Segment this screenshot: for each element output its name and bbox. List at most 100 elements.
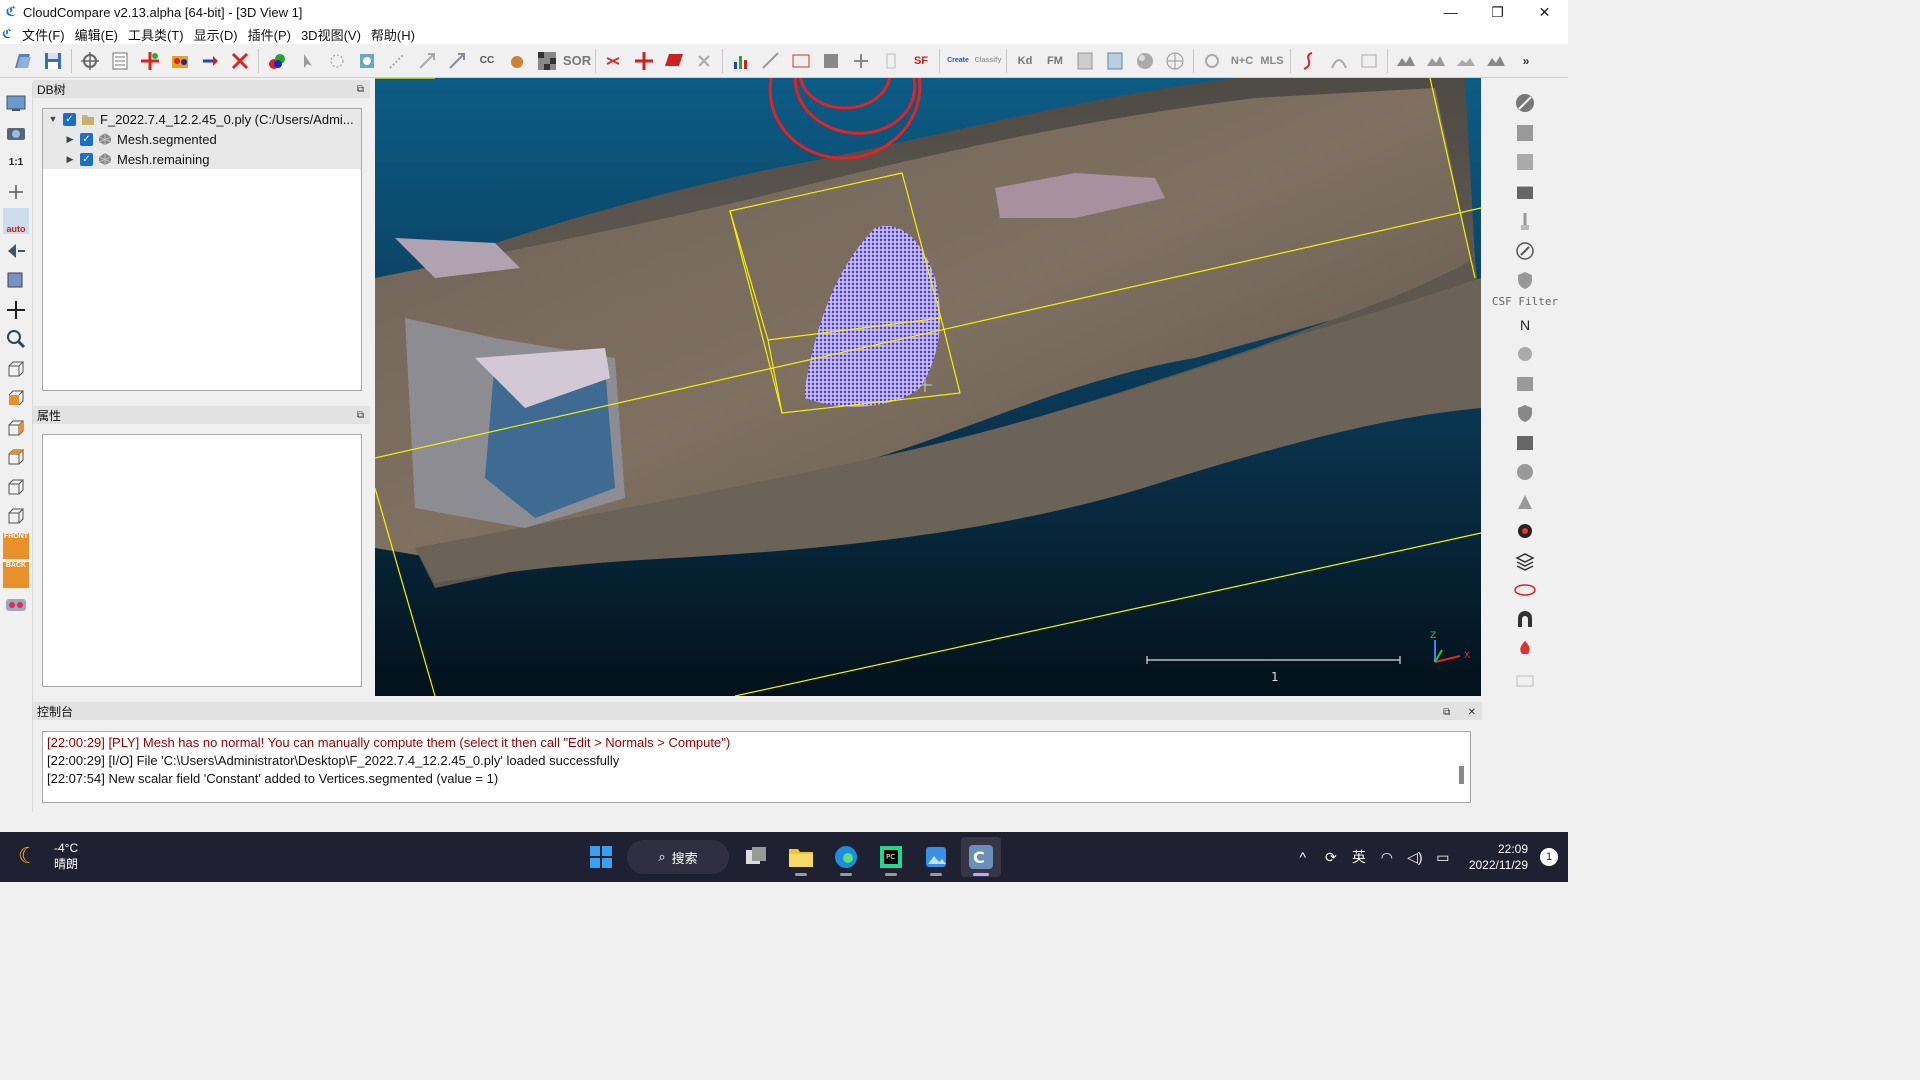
- list-icon[interactable]: [106, 47, 134, 75]
- scatter-icon[interactable]: [1325, 47, 1353, 75]
- zoom-ratio-icon[interactable]: 1:1: [3, 149, 29, 175]
- filter-icon[interactable]: [757, 47, 785, 75]
- rotate-icon[interactable]: [3, 238, 29, 264]
- float-panel-icon[interactable]: ⧉: [1443, 707, 1450, 718]
- arch-icon[interactable]: [1512, 607, 1538, 633]
- menu-tools[interactable]: 工具类(T): [124, 25, 190, 44]
- nc-icon[interactable]: N+C: [1228, 47, 1256, 75]
- terrain2-icon[interactable]: [1422, 47, 1450, 75]
- console-scrollbar[interactable]: [1459, 766, 1464, 784]
- m3c2-icon[interactable]: [1512, 371, 1538, 397]
- scissors-icon[interactable]: [600, 47, 628, 75]
- translate-icon[interactable]: [196, 47, 224, 75]
- add-point-icon[interactable]: [3, 179, 29, 205]
- puzzle-icon[interactable]: [1198, 47, 1226, 75]
- north-arrow-icon[interactable]: N: [1512, 312, 1538, 338]
- view-front-icon[interactable]: [3, 385, 29, 411]
- input-method-indicator[interactable]: 英: [1347, 847, 1371, 867]
- color-icon[interactable]: [503, 47, 531, 75]
- fm-icon[interactable]: FM: [1041, 47, 1069, 75]
- sor-icon[interactable]: SOR: [563, 47, 591, 75]
- noise-icon[interactable]: [383, 47, 411, 75]
- checker-icon[interactable]: [533, 47, 561, 75]
- box-tool-icon[interactable]: [1512, 666, 1538, 692]
- merge-icon[interactable]: [136, 47, 164, 75]
- notification-badge[interactable]: 1: [1540, 848, 1558, 866]
- delete-icon[interactable]: [226, 47, 254, 75]
- layers-icon[interactable]: [3, 267, 29, 293]
- wifi-icon[interactable]: ◠: [1375, 849, 1399, 866]
- volume-icon[interactable]: ◁): [1403, 849, 1427, 866]
- menu-help[interactable]: 帮助(H): [367, 25, 421, 44]
- pick-icon[interactable]: [293, 47, 321, 75]
- global-shift-icon[interactable]: [76, 47, 104, 75]
- expand-arrow-icon[interactable]: ▶: [63, 154, 77, 165]
- restore-button[interactable]: ❐: [1474, 0, 1521, 24]
- save-icon[interactable]: [39, 47, 67, 75]
- cloudcompare-taskbar-icon[interactable]: C: [960, 837, 1001, 877]
- sync-icon[interactable]: ⟳: [1319, 849, 1343, 866]
- chevron-up-icon[interactable]: ^: [1291, 849, 1315, 865]
- open-icon[interactable]: [9, 47, 37, 75]
- float-panel-icon[interactable]: ⧉: [357, 410, 364, 421]
- animation-icon[interactable]: [1512, 179, 1538, 205]
- pycharm-icon[interactable]: PC: [871, 837, 911, 877]
- terrain3-icon[interactable]: [1452, 47, 1480, 75]
- cc-icon[interactable]: CC: [473, 47, 501, 75]
- system-clock[interactable]: 22:09 2022/11/29: [1469, 841, 1528, 873]
- screenshot-icon[interactable]: [3, 90, 29, 116]
- curve-icon[interactable]: [1295, 47, 1323, 75]
- flame-icon[interactable]: [1512, 636, 1538, 662]
- front-view-icon[interactable]: FRONT: [3, 532, 29, 559]
- terrain4-icon[interactable]: [1482, 47, 1510, 75]
- view-top-icon[interactable]: [3, 356, 29, 382]
- box-icon[interactable]: [877, 47, 905, 75]
- stereo-icon[interactable]: [3, 592, 29, 618]
- back-view-icon[interactable]: BACK: [3, 562, 29, 588]
- visibility-checkbox[interactable]: ✓: [80, 132, 93, 146]
- sf-icon[interactable]: SF: [907, 47, 935, 75]
- float-panel-icon[interactable]: ⧉: [357, 84, 364, 95]
- tree-item-segmented[interactable]: ▶ ✓ Mesh.segmented: [43, 129, 361, 149]
- density-icon[interactable]: [353, 47, 381, 75]
- shield-icon[interactable]: [1512, 267, 1538, 293]
- edl-icon[interactable]: [1512, 120, 1538, 146]
- distance-icon[interactable]: [690, 47, 718, 75]
- view-right-icon[interactable]: [3, 474, 29, 500]
- console-log[interactable]: [22:00:29] [PLY] Mesh has no normal! You…: [42, 731, 1471, 803]
- menu-file[interactable]: 文件(F): [18, 25, 71, 44]
- taskbar-search-button[interactable]: ⌕ 搜索: [627, 840, 729, 874]
- battery-icon[interactable]: ▭: [1431, 849, 1455, 866]
- more-icon[interactable]: »: [1512, 47, 1540, 75]
- normals-icon[interactable]: [413, 47, 441, 75]
- canupo-classify-icon[interactable]: Classify: [974, 47, 1002, 75]
- gradient-icon[interactable]: [817, 47, 845, 75]
- ellipse-icon[interactable]: [1512, 577, 1538, 603]
- visibility-checkbox[interactable]: ✓: [80, 152, 93, 166]
- ssao-icon[interactable]: [1512, 149, 1538, 175]
- kd-icon[interactable]: Kd: [1011, 47, 1039, 75]
- photos-icon[interactable]: [916, 837, 956, 877]
- canupo-create-icon[interactable]: Create: [944, 47, 972, 75]
- task-view-icon[interactable]: [736, 837, 776, 877]
- plane-icon[interactable]: [660, 47, 688, 75]
- collapse-arrow-icon[interactable]: ▼: [46, 114, 60, 124]
- segment-icon[interactable]: [166, 47, 194, 75]
- ransac-icon[interactable]: [1512, 489, 1538, 515]
- minmax-icon[interactable]: [787, 47, 815, 75]
- minimize-button[interactable]: —: [1427, 0, 1474, 24]
- menu-3d-view[interactable]: 3D视图(V): [297, 25, 367, 44]
- menu-plugins[interactable]: 插件(P): [244, 25, 297, 44]
- mls-icon[interactable]: MLS: [1258, 47, 1286, 75]
- 3d-view[interactable]: 1 Z X: [375, 78, 1481, 696]
- histogram-icon[interactable]: [727, 47, 755, 75]
- tree-item-remaining[interactable]: ▶ ✓ Mesh.remaining: [43, 149, 361, 169]
- brush-icon[interactable]: [1512, 208, 1538, 234]
- magnifier-icon[interactable]: [3, 326, 29, 352]
- shield2-icon[interactable]: [1512, 400, 1538, 426]
- grid-sphere-icon[interactable]: [1161, 47, 1189, 75]
- compass-icon[interactable]: [1512, 238, 1538, 264]
- sphere-icon[interactable]: [1131, 47, 1159, 75]
- expand-arrow-icon[interactable]: ▶: [63, 134, 77, 145]
- close-window-button[interactable]: ✕: [1521, 0, 1568, 24]
